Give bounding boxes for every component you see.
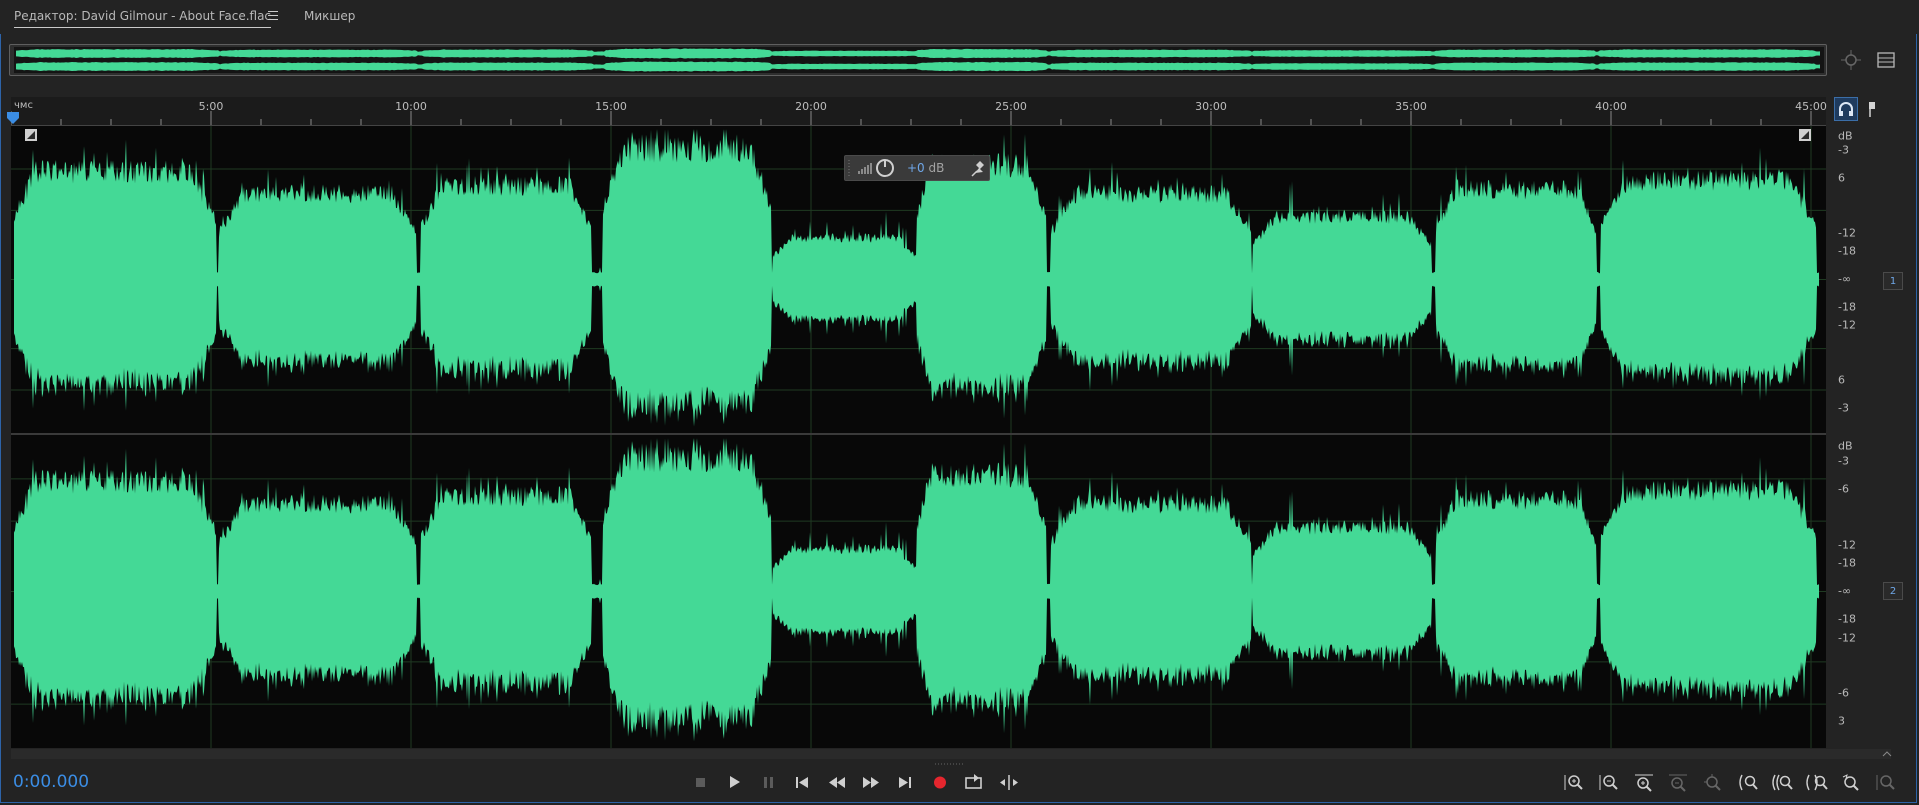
zoom-out-time-button[interactable] [1666,771,1690,793]
db-label-ch1: 6 [1838,373,1845,387]
zoom-all-button[interactable] [1874,771,1898,793]
skip-to-start-button[interactable] [790,771,814,793]
db-label-ch1: -3 [1838,401,1849,415]
level-meter-icon [858,163,872,174]
channel-2-toggle[interactable]: 2 [1883,582,1903,600]
fast-forward-icon [863,777,879,788]
zoom-reset-button[interactable] [1839,771,1863,793]
db-label-ch2: -18 [1838,556,1856,570]
channel-1-toggle[interactable]: 1 [1883,272,1903,290]
db-label-ch2: -6 [1838,686,1849,700]
zoom-all-icon [1876,775,1895,790]
zoom-selection-button[interactable] [1804,771,1828,793]
db-header-ch2: dB [1838,439,1853,453]
fade-out-handle-icon[interactable] [1799,129,1811,141]
zoom-out-full-icon [1704,774,1721,791]
waveform-channels [11,126,1826,748]
ruler-label: 5:00 [198,100,224,113]
record-icon [934,776,946,789]
rewind-icon [829,777,845,788]
zoom-in-amplitude-icon [1564,775,1583,790]
skip-selection-button[interactable] [997,771,1021,793]
db-label-ch2: 3 [1838,714,1845,728]
channel-divider [11,433,1826,435]
db-label-ch1: -3 [1838,143,1849,157]
db-label-ch1: 6 [1838,171,1845,185]
fade-in-handle-icon[interactable] [25,129,37,141]
ruler-label: 30:00 [1195,100,1227,113]
spectral-display-icon[interactable] [1873,47,1899,73]
ruler-ticks [11,111,1812,125]
amplitude-hud[interactable]: +0 dB [844,155,990,181]
zoom-in-left-button[interactable] [1736,771,1760,793]
ruler-label: 15:00 [595,100,627,113]
db-label-ch1: -12 [1838,226,1856,240]
ruler-label: 35:00 [1395,100,1427,113]
zoom-in-right-icon [1772,774,1793,791]
tab-mixer[interactable]: Микшер [304,9,355,23]
stop-icon [696,778,705,787]
pause-icon [764,777,773,788]
db-label-ch1: -∞ [1838,272,1852,286]
db-label-ch2: -6 [1838,482,1849,496]
tab-bar: Редактор: David Gilmour - About Face.fla… [0,0,1919,34]
skip-to-end-icon [899,777,911,788]
zoom-in-left-icon [1739,774,1758,791]
db-label-ch1: -18 [1838,300,1856,314]
ruler-label: 20:00 [795,100,827,113]
loop-icon [965,774,982,789]
fast-forward-button[interactable] [859,771,883,793]
zoom-reset-icon [1842,774,1859,791]
skip-selection-icon [1000,775,1018,790]
zoom-out-time-icon [1669,774,1687,792]
zoom-out-amplitude-icon [1599,775,1618,790]
hud-gain-readout: +0 dB [907,161,945,175]
db-header-ch1: dB [1838,129,1853,143]
stop-button[interactable] [688,771,712,793]
play-button[interactable] [722,771,746,793]
skip-to-start-icon [796,777,808,788]
overview-waveform [14,47,1824,73]
db-label-ch2: -3 [1838,454,1849,468]
zoom-out-amplitude-button[interactable] [1597,771,1621,793]
zoom-selection-icon [1806,774,1828,791]
zoom-to-selection-icon[interactable] [1838,47,1864,73]
zoom-in-time-icon [1635,774,1653,792]
amplitude-scale[interactable]: dB -3 6 -12 -18 -∞ -18 -12 6 -3 dB -3 -6 -12 -18 -∞ -18-… [1830,126,1880,748]
loop-button[interactable] [962,771,986,793]
db-label-ch2: -∞ [1838,584,1852,598]
record-button[interactable] [928,771,952,793]
db-label-ch2: -12 [1838,631,1856,644]
marker-icon[interactable] [1862,99,1882,119]
waveform-display[interactable] [11,126,1826,748]
time-ruler[interactable]: чмс 5:00 10:00 15:00 20:00 25:00 30:00 35:00 40… [11,97,1827,126]
db-label-ch1: -18 [1838,244,1856,258]
tab-menu-icon[interactable] [268,11,278,20]
rewind-button[interactable] [825,771,849,793]
zoom-out-full-button[interactable] [1701,771,1725,793]
tab-editor[interactable]: Редактор: David Gilmour - About Face.fla… [14,9,272,28]
volume-knob-icon [876,159,894,177]
scrollbar-grip-icon[interactable] [935,751,965,765]
zoom-in-amplitude-button[interactable] [1562,771,1586,793]
scroll-up-icon[interactable] [1882,750,1892,758]
zoom-in-right-button[interactable] [1770,771,1794,793]
overview-navigator[interactable] [9,44,1827,76]
db-label-ch2: -12 [1838,538,1856,551]
headphones-icon[interactable] [1834,97,1858,121]
ruler-label: 45:00 [1795,100,1827,113]
ruler-label: 10:00 [395,100,427,113]
db-label-ch2: -18 [1838,612,1856,626]
db-label-ch1: -12 [1838,318,1856,332]
skip-to-end-button[interactable] [893,771,917,793]
ruler-label: 40:00 [1595,100,1627,113]
pin-icon[interactable] [967,156,989,180]
current-time-display[interactable]: 0:00.000 [13,772,89,792]
zoom-in-time-button[interactable] [1632,771,1656,793]
play-icon [730,776,740,788]
pause-button[interactable] [756,771,780,793]
ruler-label: 25:00 [995,100,1027,113]
